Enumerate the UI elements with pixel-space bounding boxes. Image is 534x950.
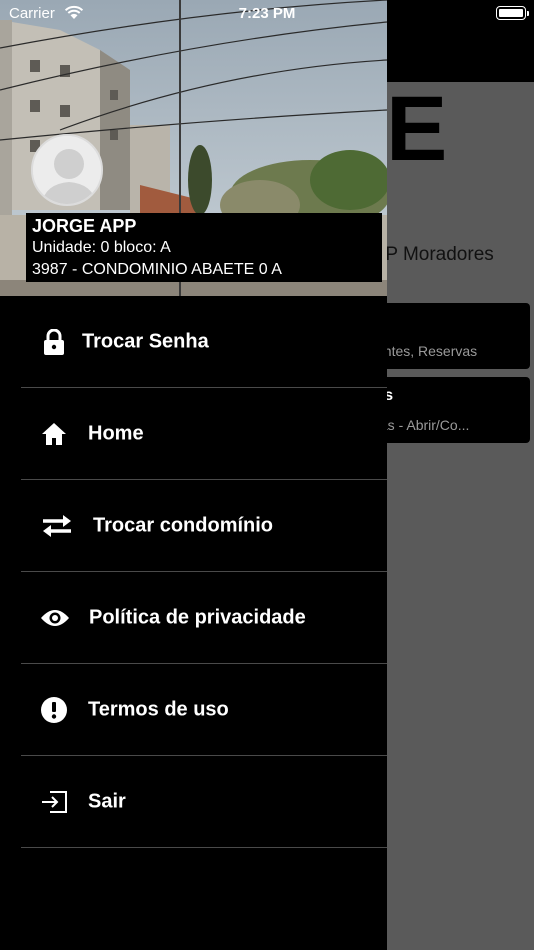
user-info: JORGE APP Unidade: 0 bloco: A 3987 - CON… [26,213,382,282]
menu-item-label: Trocar condomínio [93,514,274,536]
menu-item-label: Trocar Senha [82,330,209,352]
background-card-1: o sitantes, Reservas [362,303,530,369]
battery-icon [496,6,529,20]
menu-item-home[interactable]: Home [21,388,387,480]
menu-item-label: Home [88,422,144,444]
eye-icon [40,604,70,632]
menu-item-terms-of-use[interactable]: Termos de uso [21,664,387,756]
user-condo: 3987 - CONDOMINIO ABAETE 0 A [32,261,282,278]
alert-icon [40,696,68,724]
lock-icon [40,328,68,356]
background-logo: E [386,78,447,180]
menu-item-switch-condo[interactable]: Trocar condomínio [21,480,387,572]
menu-item-logout[interactable]: Sair [21,756,387,848]
menu-item-label: Sair [88,790,126,812]
status-bar: Carrier 7:23 PM [0,0,534,28]
clock: 7:23 PM [238,5,296,22]
drawer-menu: Trocar Senha Home Trocar condomínio Polí… [0,296,387,848]
background-card-2: cias ncias - Abrir/Co... [362,377,530,443]
drawer-header: JORGE APP Unidade: 0 bloco: A 3987 - CON… [0,0,387,296]
side-drawer: JORGE APP Unidade: 0 bloco: A 3987 - CON… [0,0,387,950]
menu-item-change-password[interactable]: Trocar Senha [21,296,387,388]
logout-icon [40,788,68,816]
menu-item-privacy-policy[interactable]: Política de privacidade [21,572,387,664]
swap-icon [40,512,74,540]
user-name: JORGE APP [32,216,137,236]
menu-item-label: Política de privacidade [89,606,306,628]
menu-item-label: Termos de uso [88,698,229,720]
user-unit: Unidade: 0 bloco: A [32,239,171,256]
user-avatar[interactable] [31,134,103,206]
home-icon [40,420,68,448]
